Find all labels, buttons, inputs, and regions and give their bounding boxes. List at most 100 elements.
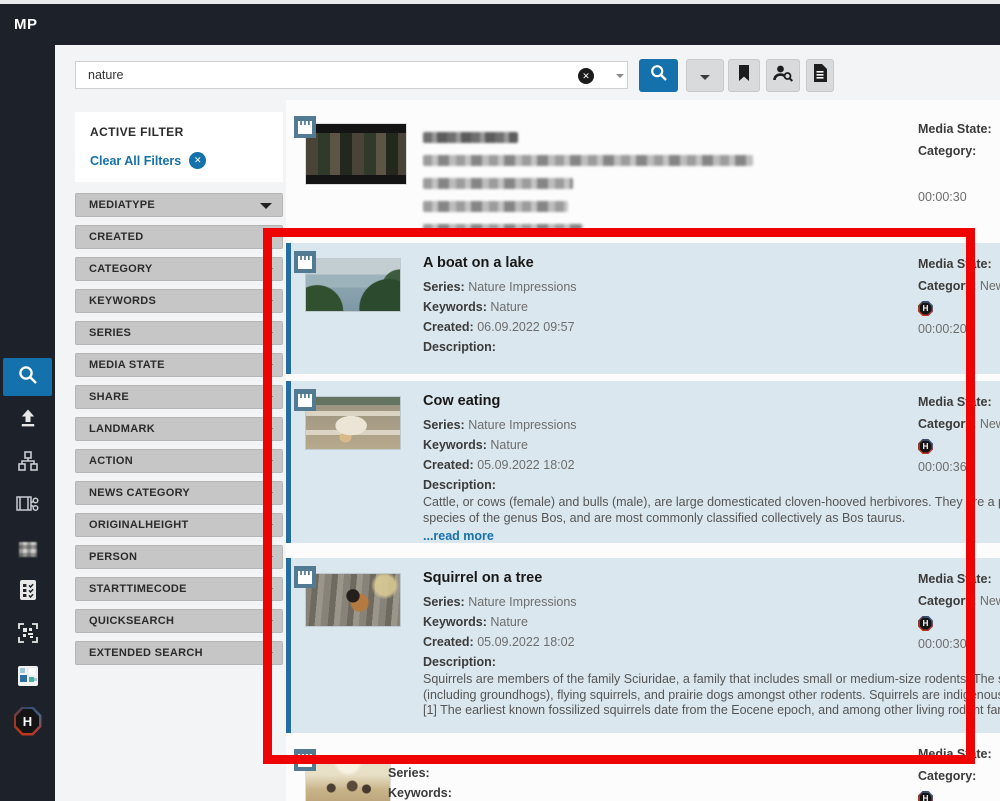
result-right-column: Media State:Category: News H 00:00:36 bbox=[918, 391, 1000, 478]
redacted-line bbox=[423, 178, 573, 189]
thumbnail-image bbox=[306, 397, 400, 449]
filter-bar-quicksearch[interactable]: QUICKSEARCH bbox=[75, 609, 283, 633]
sidebar-item-redacted[interactable] bbox=[0, 530, 55, 568]
sidebar-item-video-edit[interactable] bbox=[0, 487, 55, 525]
chevron-down-icon bbox=[265, 364, 273, 368]
search-options-button[interactable] bbox=[686, 59, 724, 92]
chevron-down-icon bbox=[265, 428, 273, 432]
clear-all-filters-link[interactable]: Clear All Filters ✕ bbox=[90, 152, 206, 169]
sidebar-item-checklist[interactable] bbox=[0, 573, 55, 611]
app-logo: MP bbox=[14, 4, 38, 45]
read-more-link[interactable]: ...read more bbox=[423, 529, 494, 543]
video-badge-icon bbox=[294, 566, 316, 588]
duration-text: 00:00:36 bbox=[918, 456, 1000, 478]
search-icon bbox=[16, 363, 40, 392]
document-button[interactable] bbox=[806, 59, 834, 92]
search-input-caret-icon[interactable] bbox=[616, 74, 624, 78]
person-search-button[interactable] bbox=[766, 59, 800, 92]
keywords-line: Keywords: Nature bbox=[423, 297, 1000, 317]
chevron-down-icon bbox=[260, 203, 272, 209]
result-right-column: Media State:Category:00:00:30 bbox=[918, 118, 1000, 208]
redacted-icon bbox=[19, 542, 37, 557]
person-search-icon bbox=[772, 63, 794, 88]
description-line: species of the genus Bos, and are most c… bbox=[423, 511, 1000, 527]
filter-bar-news-category[interactable]: NEWS CATEGORY bbox=[75, 481, 283, 505]
filter-bar-category[interactable]: CATEGORY bbox=[75, 257, 283, 281]
thumbnail[interactable] bbox=[294, 116, 424, 196]
sidebar-item-upload[interactable] bbox=[0, 401, 55, 439]
media-state-H-icon: H bbox=[918, 439, 933, 454]
category-line: Category: News bbox=[918, 275, 1000, 297]
thumbnail-image bbox=[306, 574, 400, 626]
created-line: Created: 05.09.2022 18:02 bbox=[423, 632, 1000, 652]
sidebar-item-apps[interactable] bbox=[0, 659, 55, 697]
description-line: (including groundhogs), flying squirrels… bbox=[423, 688, 1000, 704]
category-line: Category: bbox=[918, 765, 1000, 787]
thumbnail[interactable] bbox=[294, 389, 424, 469]
chevron-down-icon bbox=[265, 236, 273, 240]
caret-down-icon bbox=[700, 75, 710, 80]
media-state-line: Media State: bbox=[918, 118, 1000, 140]
filter-bar-person[interactable]: PERSON bbox=[75, 545, 283, 569]
result-title[interactable]: A boat on a lake bbox=[423, 251, 1000, 277]
magnifier-icon bbox=[649, 63, 669, 88]
thumbnail-image bbox=[306, 124, 406, 184]
app-window: MP H ✕ bbox=[0, 0, 1000, 801]
filter-bar-originalheight[interactable]: ORIGINALHEIGHT bbox=[75, 513, 283, 537]
thumbnail[interactable] bbox=[294, 251, 424, 331]
filter-bar-landmark[interactable]: LANDMARK bbox=[75, 417, 283, 441]
sidebar-item-search[interactable] bbox=[3, 358, 52, 396]
keywords-line: Keywords: Nature bbox=[423, 612, 1000, 632]
chevron-down-icon bbox=[265, 332, 273, 336]
keywords-line: Keywords: Nature bbox=[423, 435, 1000, 455]
clear-search-icon[interactable]: ✕ bbox=[578, 68, 594, 84]
bookmark-button[interactable] bbox=[728, 59, 760, 92]
thumbnail[interactable] bbox=[294, 566, 424, 646]
chevron-down-icon bbox=[265, 396, 273, 400]
filter-bar-created[interactable]: CREATED bbox=[75, 225, 283, 249]
duration-text: 00:00:30 bbox=[918, 633, 1000, 655]
sidebar-item-brand[interactable]: H bbox=[0, 702, 55, 740]
description-line: Cattle, or cows (female) and bulls (male… bbox=[423, 495, 1000, 511]
filter-bar-series[interactable]: SERIES bbox=[75, 321, 283, 345]
result-row[interactable]: Media State:Category:00:00:30 bbox=[286, 108, 1000, 230]
media-state-line: Media State: bbox=[918, 743, 1000, 765]
sidebar-item-workflow[interactable] bbox=[0, 444, 55, 482]
category-line: Category: News bbox=[918, 413, 1000, 435]
media-state-H-icon: H bbox=[918, 301, 933, 316]
filter-bar-media-state[interactable]: MEDIA STATE bbox=[75, 353, 283, 377]
chevron-down-icon bbox=[265, 620, 273, 624]
thumbnail-image bbox=[306, 757, 390, 801]
result-row[interactable]: Cow eatingSeries: Nature ImpressionsKeyw… bbox=[286, 381, 1000, 543]
filter-bar-extended-search[interactable]: EXTENDED SEARCH bbox=[75, 641, 283, 665]
keywords-line: Keywords: bbox=[388, 783, 1000, 801]
description-line: [1] The earliest known fossilized squirr… bbox=[423, 703, 1000, 719]
media-state-H-icon: H bbox=[918, 791, 933, 801]
sidebar-item-qr-scan[interactable] bbox=[0, 616, 55, 654]
result-row[interactable]: A boat on a lakeSeries: Nature Impressio… bbox=[286, 243, 1000, 374]
selection-stripe bbox=[286, 381, 291, 543]
result-title[interactable]: Squirrel on a tree bbox=[423, 566, 1000, 592]
brand-h-icon: H bbox=[14, 707, 42, 736]
media-state-line: Media State: bbox=[918, 391, 1000, 413]
circle-x-icon: ✕ bbox=[189, 152, 206, 169]
filter-bar-keywords[interactable]: KEYWORDS bbox=[75, 289, 283, 313]
duration-text: 00:00:20 bbox=[918, 318, 1000, 340]
result-row[interactable]: Series:Keywords:Media State:Category:H bbox=[286, 741, 1000, 801]
qr-scan-icon bbox=[16, 621, 40, 650]
active-filter-card: ACTIVE FILTER Clear All Filters ✕ bbox=[75, 112, 283, 182]
result-row[interactable]: Squirrel on a treeSeries: Nature Impress… bbox=[286, 558, 1000, 733]
active-filter-title: ACTIVE FILTER bbox=[90, 125, 184, 139]
redacted-title bbox=[423, 132, 518, 143]
result-title[interactable]: Cow eating bbox=[423, 389, 1000, 415]
filter-bar-action[interactable]: ACTION bbox=[75, 449, 283, 473]
search-input[interactable] bbox=[75, 61, 628, 89]
filter-list: MEDIATYPE CREATED CATEGORY KEYWORDS SERIES ME… bbox=[75, 193, 283, 673]
results-list: Media State:Category:00:00:30A boat on a… bbox=[286, 108, 1000, 801]
filter-bar-mediatype[interactable]: MEDIATYPE bbox=[75, 193, 283, 217]
filter-bar-share[interactable]: SHARE bbox=[75, 385, 283, 409]
description-label: Description: bbox=[423, 475, 1000, 495]
filter-bar-starttimecode[interactable]: STARTTIMECODE bbox=[75, 577, 283, 601]
series-line: Series: Nature Impressions bbox=[423, 415, 1000, 435]
search-button[interactable] bbox=[639, 59, 678, 92]
